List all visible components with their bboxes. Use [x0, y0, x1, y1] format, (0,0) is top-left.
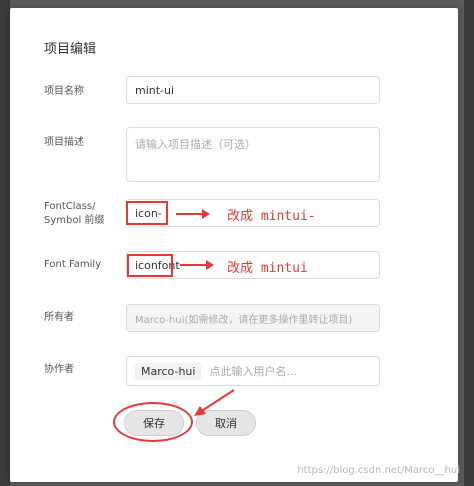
project-name-label: 项目名称 [44, 86, 84, 97]
font-family-annotation: 改成 mintui [227, 261, 308, 276]
font-class-annotation: 改成 mintui- [227, 209, 316, 224]
save-highlight-ellipse [113, 402, 193, 442]
font-family-arrow [180, 260, 214, 270]
owner-label: 所有者 [44, 312, 74, 323]
dialog-title: 项目编辑 [44, 42, 97, 57]
collaborator-tag[interactable]: Marco-hui [135, 362, 202, 380]
backdrop-right-edge [464, 0, 474, 486]
font-class-label: FontClass/ Symbol 前缀 [44, 200, 104, 228]
project-desc-textarea[interactable]: 请输入项目描述（可选） [126, 127, 380, 182]
watermark: https://blog.csdn.net/Marco__hui [297, 465, 460, 476]
font-class-label-line1: FontClass/ [44, 201, 96, 212]
collaborators-label: 协作者 [44, 364, 74, 375]
font-class-arrow [176, 209, 210, 219]
project-desc-placeholder: 请输入项目描述（可选） [135, 138, 256, 151]
font-family-highlight-box [127, 254, 173, 277]
font-class-label-line2: Symbol 前缀 [44, 215, 105, 226]
font-family-label: Font Family [44, 259, 102, 270]
owner-value: Marco-hui(如需修改，请在更多操作里转让项目) [135, 314, 353, 326]
project-edit-dialog: 项目编辑 项目名称 mint-ui 项目描述 请输入项目描述（可选） FontC… [10, 8, 458, 482]
project-name-value: mint-ui [135, 83, 175, 97]
collaborators-placeholder: 点此输入用户名... [209, 365, 297, 378]
save-pointer-arrow [194, 389, 235, 416]
project-desc-label: 项目描述 [44, 137, 84, 148]
project-name-input[interactable]: mint-ui [126, 76, 380, 104]
backdrop-left-edge [0, 0, 10, 486]
collaborators-input[interactable]: Marco-hui 点此输入用户名... [126, 356, 380, 386]
font-class-highlight-box [126, 201, 168, 225]
owner-input: Marco-hui(如需修改，请在更多操作里转让项目) [126, 304, 380, 332]
